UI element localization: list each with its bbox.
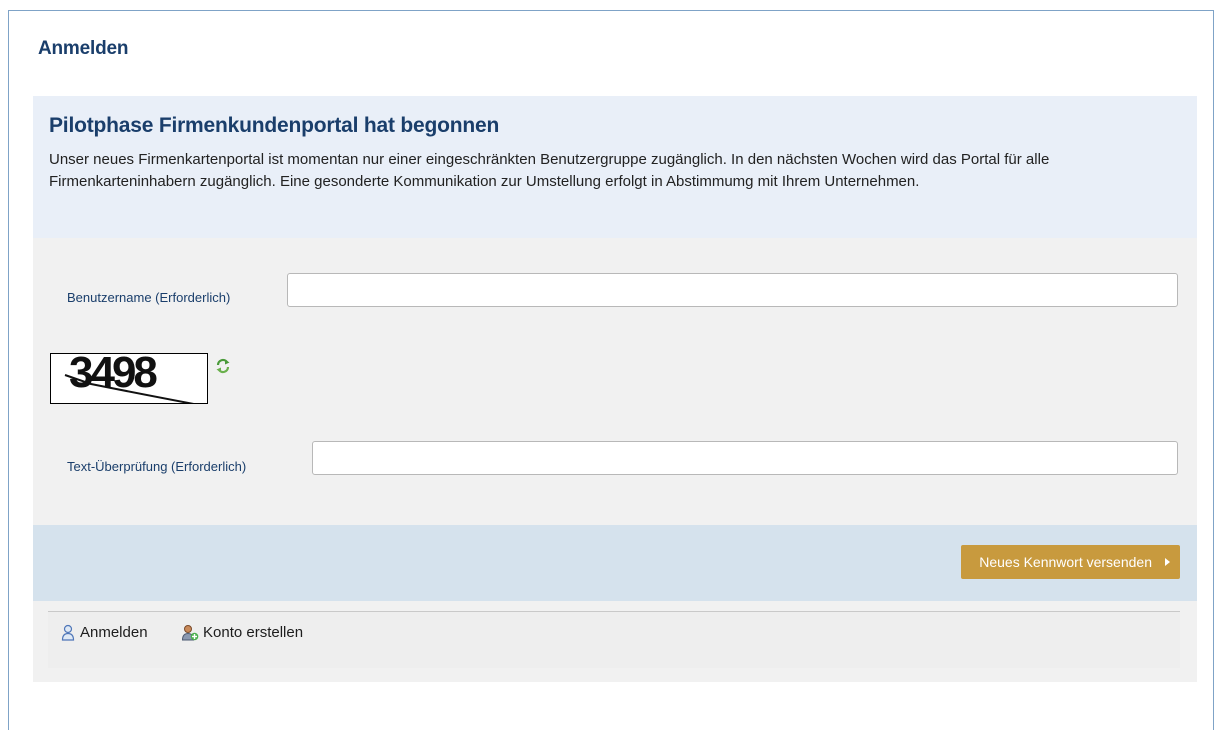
page-title: Anmelden <box>38 38 129 59</box>
verification-label: Text-Überprüfung (Erforderlich) <box>67 459 247 474</box>
notice-title: Pilotphase Firmenkundenportal hat begonn… <box>49 114 500 137</box>
verification-input[interactable] <box>312 441 1178 475</box>
refresh-icon[interactable] <box>215 358 231 374</box>
add-user-icon <box>181 625 199 641</box>
notice-box: Pilotphase Firmenkundenportal hat begonn… <box>33 96 1197 238</box>
login-link-label: Anmelden <box>80 624 148 641</box>
login-form: Benutzername (Erforderlich) 3498 Text-Üb… <box>33 238 1197 525</box>
create-account-link[interactable]: Konto erstellen <box>181 624 303 641</box>
footer-links: Anmelden Konto erstellen <box>48 611 1180 668</box>
captcha-strike-line <box>64 374 194 403</box>
captcha-image: 3498 <box>50 353 208 404</box>
username-label: Benutzername (Erforderlich) <box>67 290 231 305</box>
notice-body: Unser neues Firmenkartenportal ist momen… <box>49 151 1050 190</box>
create-account-link-label: Konto erstellen <box>203 624 304 641</box>
arrow-right-icon <box>1165 558 1170 566</box>
login-link[interactable]: Anmelden <box>60 624 148 641</box>
footer: Anmelden Konto erstellen <box>33 601 1197 682</box>
action-bar: Neues Kennwort versenden <box>33 525 1197 601</box>
user-icon <box>61 624 75 641</box>
send-new-password-button[interactable]: Neues Kennwort versenden <box>961 545 1180 579</box>
username-input[interactable] <box>287 273 1178 307</box>
send-new-password-label: Neues Kennwort versenden <box>979 554 1152 570</box>
